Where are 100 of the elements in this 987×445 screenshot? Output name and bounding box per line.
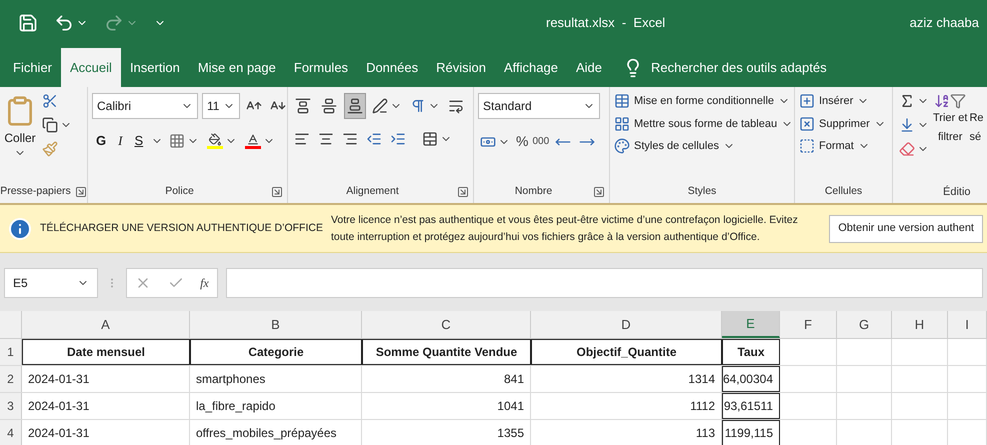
styles-menu-button[interactable]: Mettre sous forme de tableau <box>614 116 794 132</box>
name-box[interactable]: E5 <box>4 268 98 298</box>
align-icon <box>295 98 311 114</box>
table-cell-text: 1355 <box>497 425 524 442</box>
number-format-dropdown[interactable]: Standard <box>478 93 600 119</box>
paintbrush-icon <box>42 141 58 157</box>
styles-menu-button[interactable]: Mise en forme conditionnelle <box>614 93 794 110</box>
column-header[interactable]: B <box>190 311 362 338</box>
table-cell-text: 64,00304 <box>722 371 773 388</box>
banner-title: TÉLÉCHARGER UNE VERSION AUTHENTIQUE D’OFFICE <box>40 220 323 236</box>
undo-icon <box>54 12 74 32</box>
paint-bucket-icon <box>207 132 224 149</box>
group-label: Styles <box>686 184 718 200</box>
formula-field[interactable] <box>226 268 983 298</box>
increase-indent-icon <box>390 131 406 147</box>
ribbon-tab[interactable]: Accueil <box>61 48 121 87</box>
group-label: Cellules <box>824 184 864 200</box>
borders-icon <box>169 132 186 149</box>
column-title: Somme Quantite Vendue <box>376 344 518 361</box>
cells-menu-button[interactable]: Format <box>799 138 886 154</box>
table-icon <box>614 93 630 110</box>
column-header[interactable]: A <box>22 311 190 338</box>
italic-button[interactable]: I <box>114 131 126 150</box>
insert-function-button[interactable]: fx <box>200 274 209 292</box>
table-cell-text: offres_mobiles_prépayées <box>196 425 337 442</box>
dialog-launcher-icon[interactable] <box>593 186 605 198</box>
ribbon-tab[interactable]: Formules <box>284 48 358 87</box>
table-cell-text: 2024-01-31 <box>28 425 90 442</box>
palette-icon <box>614 138 630 154</box>
thousands-button[interactable]: 000 <box>532 134 550 149</box>
table-cell-text: 2024-01-31 <box>28 371 90 388</box>
redo-icon <box>104 12 124 32</box>
align-center-icon <box>318 131 334 147</box>
column-header[interactable]: H <box>892 311 948 338</box>
arrow-down-icon <box>899 117 915 133</box>
eraser-icon <box>899 141 915 157</box>
grid-icon <box>614 116 630 132</box>
square-plus-icon <box>799 93 815 110</box>
underline-button[interactable]: S <box>130 131 148 150</box>
column-title: Date mensuel <box>66 344 146 361</box>
get-genuine-button[interactable]: Obtenir une version authent <box>829 214 983 242</box>
table-cell-text: 93,61511 <box>724 398 773 415</box>
table-cell-text: 1199,115 <box>724 425 773 442</box>
row-header[interactable]: 1 <box>0 339 22 365</box>
search-field[interactable]: Rechercher des outils adaptés <box>650 58 911 78</box>
table-cell-text: 841 <box>504 371 524 388</box>
ribbon-tab[interactable]: Mise en page <box>188 48 285 87</box>
paste-button[interactable]: Coller <box>4 93 36 159</box>
group-label: Nombre <box>514 184 554 200</box>
column-header[interactable]: G <box>837 311 892 338</box>
group-label: Presse-papiers <box>0 184 71 200</box>
ribbon-tab[interactable]: Fichier <box>4 48 62 87</box>
table-cell-text: smartphones <box>196 371 266 388</box>
column-title: Taux <box>737 344 765 361</box>
cells-menu-button[interactable]: Insérer <box>799 93 886 110</box>
column-header[interactable]: I <box>948 311 987 338</box>
align-icon <box>321 98 337 114</box>
row-header[interactable]: 4 <box>0 420 22 445</box>
dialog-launcher-icon[interactable] <box>74 186 87 198</box>
ribbon-tab[interactable]: Aide <box>566 48 611 87</box>
align-icon <box>347 98 363 114</box>
dialog-launcher-icon[interactable] <box>271 186 283 198</box>
sort-icon <box>934 93 950 109</box>
align-right-icon <box>342 131 358 147</box>
styles-menu-button[interactable]: Styles de cellules <box>614 138 794 154</box>
ribbon-tab[interactable]: Données <box>357 48 428 87</box>
font-size-dropdown[interactable]: 11 <box>202 93 240 119</box>
filter-icon <box>950 93 966 109</box>
font-name-dropdown[interactable]: Calibri <box>92 93 198 119</box>
table-cell-text: 1041 <box>497 398 524 415</box>
percent-button[interactable]: % <box>516 131 528 152</box>
find-select-button[interactable]: Re sé <box>969 93 984 147</box>
cells-menu-button[interactable]: Supprimer <box>799 116 886 132</box>
table-cell-text: 2024-01-31 <box>28 398 90 415</box>
bold-button[interactable]: G <box>92 131 110 150</box>
align-left-icon <box>294 131 310 147</box>
column-title: Categorie <box>248 344 304 361</box>
square-x-icon <box>799 116 815 132</box>
window-title: resultat.xlsx - Excel <box>546 14 666 32</box>
table-cell-text: 113 <box>696 425 715 442</box>
ribbon-tab[interactable]: Insertion <box>120 48 189 87</box>
pen-icon <box>372 98 388 114</box>
column-header[interactable]: E <box>722 311 780 338</box>
scissors-icon <box>42 93 58 109</box>
font-color-icon <box>245 132 262 149</box>
row-header[interactable]: 3 <box>0 393 22 419</box>
group-label: Police <box>164 184 195 200</box>
column-header[interactable]: C <box>362 311 531 338</box>
column-header[interactable]: F <box>780 311 837 338</box>
pilcrow-icon <box>410 98 426 114</box>
banner-message: Votre licence n’est pas authentique et vous êtes peut-être victime d’une contrefaçon logicielle. Evitez toute interruption et protégez aujourd’hui vos fichiers grâce à la version authentique d’Office. <box>330 212 799 244</box>
ribbon-tab[interactable]: Affichage <box>494 48 567 87</box>
group-label: Alignement <box>345 184 400 200</box>
ribbon-tab[interactable]: Révision <box>427 48 495 87</box>
dialog-launcher-icon[interactable] <box>457 186 469 198</box>
sort-filter-button[interactable]: Trier et filtrer <box>933 93 968 147</box>
dashed-square-icon <box>799 138 815 154</box>
row-header[interactable]: 2 <box>0 366 22 392</box>
info-icon <box>8 216 32 240</box>
vertical-align-button[interactable] <box>344 93 366 119</box>
